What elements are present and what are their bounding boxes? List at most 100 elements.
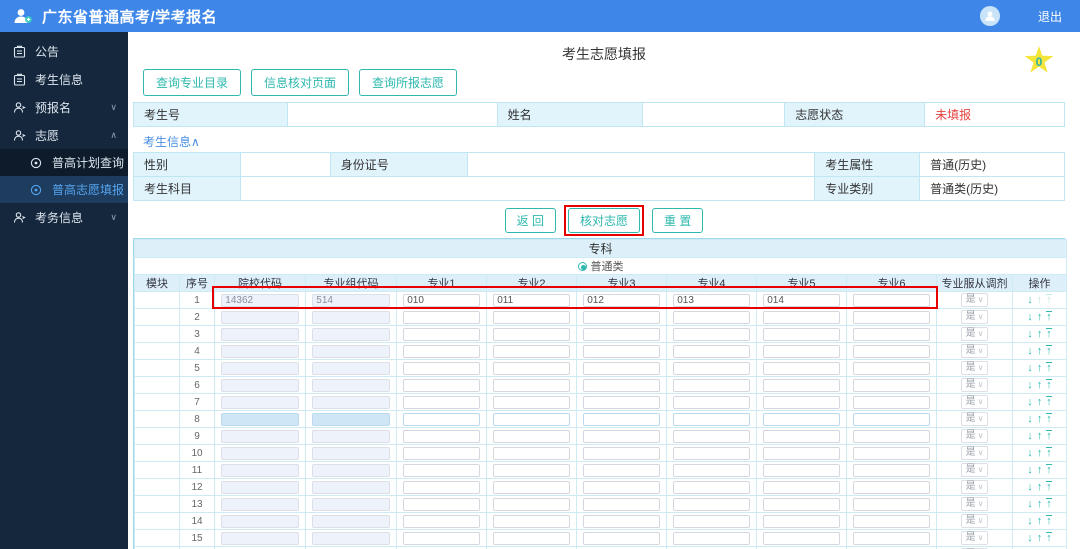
obey-dropdown[interactable]: 是∨ — [960, 395, 989, 409]
major-3-input[interactable] — [583, 497, 660, 511]
move-down-icon[interactable]: ↓ — [1027, 430, 1033, 442]
move-down-icon[interactable]: ↓ — [1027, 498, 1033, 510]
major-5-input[interactable] — [763, 514, 840, 528]
major-6-input[interactable] — [853, 463, 930, 477]
college-code-input[interactable] — [221, 446, 299, 460]
move-up-icon[interactable]: ↑ — [1037, 430, 1043, 442]
move-up-icon[interactable]: ↑ — [1037, 328, 1043, 340]
major-5-input[interactable] — [763, 361, 840, 375]
group-code-input[interactable] — [312, 531, 390, 545]
move-top-icon[interactable]: ↑ — [1046, 311, 1052, 323]
check-volunteer-button[interactable]: 核对志愿 — [567, 207, 640, 233]
major-2-input[interactable] — [493, 429, 570, 443]
move-up-icon[interactable]: ↑ — [1037, 311, 1043, 323]
move-up-icon[interactable]: ↑ — [1037, 345, 1043, 357]
college-code-input[interactable] — [221, 361, 299, 375]
move-down-icon[interactable]: ↓ — [1027, 532, 1033, 544]
move-up-icon[interactable]: ↑ — [1037, 481, 1043, 493]
group-code-input[interactable] — [312, 395, 390, 409]
major-3-input[interactable] — [583, 412, 660, 426]
college-code-input[interactable] — [221, 514, 299, 528]
college-code-input[interactable] — [221, 429, 299, 443]
sidebar-item-exam-info[interactable]: 考务信息 ∨ — [0, 203, 128, 231]
major-1-input[interactable] — [403, 344, 480, 358]
major-6-input[interactable] — [853, 497, 930, 511]
move-down-icon[interactable]: ↓ — [1027, 294, 1033, 306]
college-code-input[interactable] — [221, 531, 299, 545]
major-3-input[interactable] — [583, 429, 660, 443]
obey-dropdown[interactable]: 是∨ — [960, 310, 989, 324]
major-1-input[interactable] — [403, 395, 480, 409]
sidebar-item-volunteer[interactable]: 志愿 ∧ — [0, 121, 128, 149]
move-top-icon[interactable]: ↑ — [1046, 413, 1052, 425]
major-6-input[interactable] — [853, 344, 930, 358]
move-top-icon[interactable]: ↑ — [1046, 532, 1052, 544]
avatar[interactable] — [979, 6, 1000, 26]
group-code-input[interactable] — [312, 378, 390, 392]
major-6-input[interactable] — [853, 293, 930, 307]
major-1-input[interactable] — [403, 480, 480, 494]
major-4-input[interactable] — [673, 446, 750, 460]
major-4-input[interactable] — [673, 480, 750, 494]
move-top-icon[interactable]: ↑ — [1046, 430, 1052, 442]
major-5-input[interactable] — [763, 378, 840, 392]
move-top-icon[interactable]: ↑ — [1046, 481, 1052, 493]
group-code-input[interactable] — [312, 344, 390, 358]
major-6-input[interactable] — [853, 446, 930, 460]
major-1-input[interactable] — [403, 446, 480, 460]
move-up-icon[interactable]: ↑ — [1037, 294, 1043, 306]
group-code-input[interactable] — [312, 327, 390, 341]
sidebar-item-plan-query[interactable]: 普高计划查询 — [0, 149, 128, 176]
query-submitted-button[interactable]: 查询所报志愿 — [359, 69, 458, 96]
major-6-input[interactable] — [853, 412, 930, 426]
move-down-icon[interactable]: ↓ — [1027, 413, 1033, 425]
group-code-input[interactable] — [312, 361, 390, 375]
major-5-input[interactable] — [763, 531, 840, 545]
obey-dropdown[interactable]: 是∨ — [960, 293, 989, 307]
move-down-icon[interactable]: ↓ — [1027, 362, 1033, 374]
major-4-input[interactable] — [673, 344, 750, 358]
move-up-icon[interactable]: ↑ — [1037, 396, 1043, 408]
college-code-input[interactable] — [221, 463, 299, 477]
major-3-input[interactable] — [583, 361, 660, 375]
major-5-input[interactable] — [763, 429, 840, 443]
move-down-icon[interactable]: ↓ — [1027, 481, 1033, 493]
college-code-input[interactable] — [221, 344, 299, 358]
move-down-icon[interactable]: ↓ — [1027, 447, 1033, 459]
radio-selected-icon[interactable] — [577, 262, 587, 271]
sidebar-item-announcements[interactable]: 公告 — [0, 37, 128, 65]
sidebar-item-volunteer-fill[interactable]: 普高志愿填报 — [0, 176, 128, 203]
logout-button[interactable]: 退出 — [1038, 8, 1062, 25]
move-top-icon[interactable]: ↑ — [1046, 328, 1052, 340]
obey-dropdown[interactable]: 是∨ — [960, 429, 989, 443]
major-4-input[interactable] — [673, 327, 750, 341]
move-down-icon[interactable]: ↓ — [1027, 345, 1033, 357]
move-down-icon[interactable]: ↓ — [1027, 328, 1033, 340]
major-1-input[interactable] — [403, 310, 480, 324]
major-3-input[interactable] — [583, 463, 660, 477]
major-4-input[interactable] — [673, 310, 750, 324]
move-up-icon[interactable]: ↑ — [1037, 498, 1043, 510]
obey-dropdown[interactable]: 是∨ — [960, 378, 989, 392]
move-up-icon[interactable]: ↑ — [1037, 515, 1043, 527]
obey-dropdown[interactable]: 是∨ — [960, 344, 989, 358]
major-5-input[interactable] — [763, 344, 840, 358]
major-2-input[interactable] — [493, 514, 570, 528]
move-top-icon[interactable]: ↑ — [1046, 379, 1052, 391]
major-5-input[interactable] — [763, 395, 840, 409]
college-code-input[interactable] — [221, 497, 299, 511]
sidebar-item-preregistration[interactable]: 预报名 ∨ — [0, 93, 128, 121]
group-code-input[interactable] — [312, 310, 390, 324]
college-code-input[interactable] — [221, 310, 299, 324]
candidate-info-toggle[interactable]: 考生信息∧ — [143, 133, 200, 150]
reset-button[interactable]: 重 置 — [652, 207, 704, 233]
major-1-input[interactable] — [403, 514, 480, 528]
move-down-icon[interactable]: ↓ — [1027, 379, 1033, 391]
move-top-icon[interactable]: ↑ — [1046, 294, 1052, 306]
query-catalog-button[interactable]: 查询专业目录 — [143, 69, 242, 96]
major-3-input[interactable] — [583, 378, 660, 392]
obey-dropdown[interactable]: 是∨ — [960, 514, 989, 528]
college-code-input[interactable] — [221, 327, 299, 341]
major-2-input[interactable] — [493, 378, 570, 392]
major-1-input[interactable] — [403, 361, 480, 375]
